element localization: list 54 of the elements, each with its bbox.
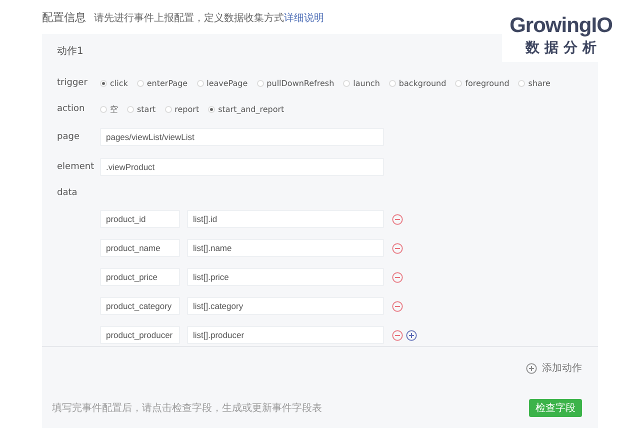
remove-icon[interactable] (392, 330, 403, 340)
card-title: 动作1 (57, 46, 84, 57)
radio-icon[interactable] (136, 80, 144, 86)
radio-option[interactable]: foreground (455, 78, 510, 88)
element-input[interactable]: .viewProduct (100, 158, 384, 176)
value-input[interactable]: list[].producer (187, 326, 384, 344)
help-link[interactable]: 详细说明 (284, 13, 324, 24)
footer-note: 填写完事件配置后，请点击检查字段，生成或更新事件字段表 (52, 402, 322, 415)
radio-option[interactable]: click (100, 78, 128, 88)
radio-icon[interactable] (388, 80, 396, 86)
field-label: element (57, 162, 96, 172)
section-title: 配置信息 (42, 10, 86, 25)
radio-option[interactable]: leavePage (196, 78, 248, 88)
radio-option[interactable]: report (164, 104, 200, 114)
remove-icon[interactable] (392, 214, 403, 224)
radio-icon[interactable] (455, 80, 462, 86)
radio-icon[interactable] (100, 106, 107, 112)
value-input[interactable]: list[].category (187, 297, 384, 315)
radio-icon[interactable] (127, 106, 134, 112)
key-input[interactable]: product_name (100, 239, 180, 257)
field-label: trigger (57, 78, 88, 88)
radio-option[interactable]: 空 (100, 104, 118, 114)
add-icon[interactable] (526, 362, 537, 374)
add-action-button[interactable]: 添加动作 (526, 353, 582, 383)
radio-icon[interactable] (343, 80, 350, 86)
page-input[interactable]: pages/viewList/viewList (100, 128, 384, 146)
hint-text: 请先进行事件上报配置，定义数据收集方式详细说明 (94, 12, 324, 25)
value-input[interactable]: list[].id (187, 210, 384, 228)
radio-option[interactable]: launch (343, 78, 380, 88)
radio-icon[interactable] (196, 80, 204, 86)
radio-icon[interactable] (208, 106, 216, 112)
value-input[interactable]: list[].name (187, 239, 384, 257)
field-label: action (57, 104, 86, 114)
radio-icon[interactable] (100, 80, 107, 86)
key-input[interactable]: product_id (100, 210, 180, 228)
radio-option[interactable]: enterPage (136, 78, 188, 88)
radio-option[interactable]: background (388, 78, 446, 88)
key-input[interactable]: product_category (100, 297, 180, 315)
radio-icon[interactable] (518, 80, 526, 86)
key-input[interactable]: product_producer (100, 326, 180, 344)
field-label: page (57, 132, 80, 142)
remove-icon[interactable] (392, 242, 403, 254)
remove-icon[interactable] (392, 300, 403, 312)
field-label: data (57, 188, 78, 198)
key-input[interactable]: product_price (100, 268, 180, 286)
value-input[interactable]: list[].price (187, 268, 384, 286)
radio-icon[interactable] (164, 106, 172, 112)
remove-icon[interactable] (392, 272, 403, 282)
radio-icon[interactable] (256, 80, 264, 86)
radio-option[interactable]: share (518, 78, 550, 88)
radio-option[interactable]: start (127, 104, 156, 114)
radio-option[interactable]: pullDownRefresh (256, 78, 334, 88)
add-icon[interactable] (406, 330, 417, 340)
radio-option[interactable]: start_and_report (208, 104, 284, 114)
